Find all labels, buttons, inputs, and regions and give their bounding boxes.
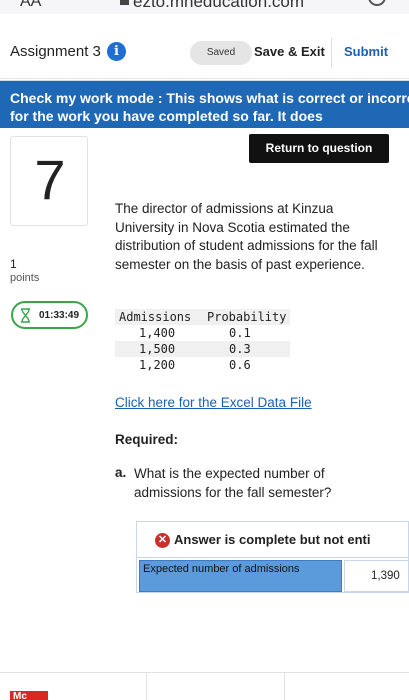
saved-status-badge: Saved	[190, 41, 252, 65]
address-bar[interactable]: ezto.mheducation.com	[120, 0, 304, 12]
url-text: ezto.mheducation.com	[133, 0, 305, 11]
required-heading: Required:	[115, 432, 179, 447]
reload-icon[interactable]	[368, 0, 386, 6]
assignment-header: Assignment 3 i Saved Save & Exit Submit	[0, 14, 409, 79]
answer-value-cell[interactable]: 1,390	[344, 560, 408, 592]
x-circle-icon: ✕	[155, 533, 170, 548]
timer-text: 01:33:49	[39, 310, 80, 321]
reader-mode-button[interactable]: AA	[20, 0, 41, 11]
question-number: 7	[34, 148, 66, 211]
admissions-table: Admissions Probability 1,400 0.1 1,500 0…	[115, 309, 291, 373]
excel-data-file-link[interactable]: Click here for the Excel Data File	[115, 395, 312, 410]
question-text: The director of admissions at Kinzua Uni…	[115, 201, 378, 272]
part-a-text: What is the expected number of admission…	[134, 466, 332, 500]
table-cell-probability: 0.6	[203, 357, 291, 373]
table-cell-admissions: 1,200	[115, 357, 203, 373]
part-a-letter: a.	[115, 465, 127, 480]
browser-bar: AA ezto.mheducation.com	[0, 0, 409, 14]
answer-label-cell: Expected number of admissions	[139, 560, 342, 592]
table-cell-probability: 0.3	[203, 341, 291, 357]
answer-box: ✕ Answer is complete but not enti Expect…	[136, 521, 409, 593]
table-header-probability: Probability	[203, 309, 291, 325]
answer-header: ✕ Answer is complete but not enti	[137, 522, 408, 558]
points-label: points	[10, 272, 40, 284]
points-value: 1	[10, 257, 17, 271]
submit-button[interactable]: Submit	[344, 44, 388, 59]
table-row: 1,200 0.6	[115, 357, 291, 373]
table-header-admissions: Admissions	[115, 309, 203, 325]
table-cell-probability: 0.1	[203, 325, 291, 341]
hourglass-icon	[21, 308, 30, 323]
table-row: 1,400 0.1	[115, 325, 291, 341]
table-row: 1,500 0.3	[115, 341, 291, 357]
header-divider	[331, 38, 332, 68]
nav-divider	[284, 673, 285, 700]
answer-value: 1,390	[371, 570, 400, 582]
nav-divider	[146, 673, 147, 700]
answer-label: Expected number of admissions	[143, 563, 300, 575]
mcgraw-hill-logo: Mc	[10, 691, 48, 700]
bottom-nav: Mc	[0, 672, 409, 700]
timer: 01:33:49	[11, 301, 88, 329]
question-number-box: 7	[10, 136, 88, 226]
table-cell-admissions: 1,500	[115, 341, 203, 357]
save-exit-button[interactable]: Save & Exit	[254, 44, 325, 59]
table-header-row: Admissions Probability	[115, 309, 291, 325]
info-icon[interactable]: i	[107, 42, 126, 61]
check-work-banner: Check my work mode : This shows what is …	[0, 80, 409, 128]
return-to-question-button[interactable]: Return to question	[249, 134, 389, 163]
banner-text: Check my work mode : This shows what is …	[10, 90, 409, 124]
answer-status: Answer is complete but not enti	[174, 532, 371, 547]
assignment-title: Assignment 3	[10, 43, 101, 60]
lock-icon	[120, 0, 129, 5]
table-cell-admissions: 1,400	[115, 325, 203, 341]
